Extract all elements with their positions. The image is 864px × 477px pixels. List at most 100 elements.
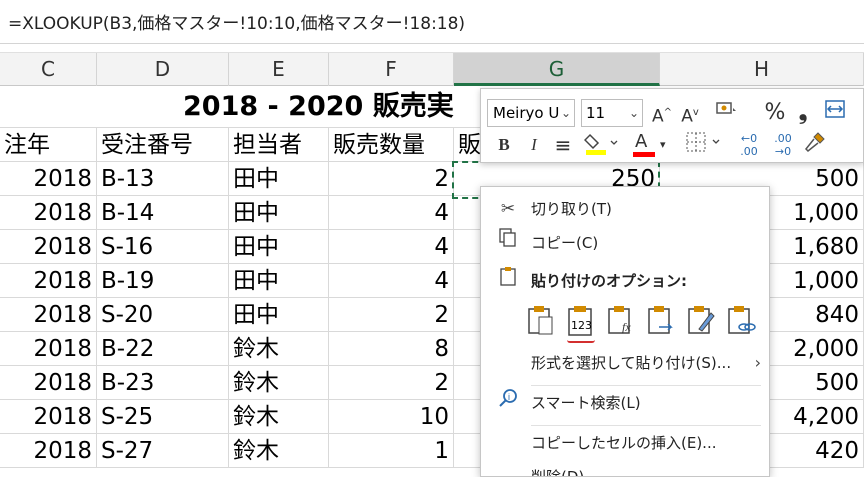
cell-person[interactable]: 田中 [229, 162, 329, 196]
paste-options-row: 123 fx [525, 303, 765, 343]
column-header-d[interactable]: D [97, 53, 229, 86]
cell-year[interactable]: 2018 [0, 434, 97, 468]
cell-person[interactable]: 鈴木 [229, 434, 329, 468]
header-order-number[interactable]: 受注番号 [97, 128, 229, 162]
cell-person[interactable]: 鈴木 [229, 332, 329, 366]
cell-order[interactable]: S-27 [97, 434, 229, 468]
menu-item-copy[interactable]: コピー(C) [481, 227, 769, 259]
search-icon: i [497, 387, 519, 419]
chevron-down-icon: ⌄ [560, 106, 571, 120]
decrease-font-size-icon[interactable]: Av [677, 99, 703, 127]
column-header-c[interactable]: C [0, 53, 97, 86]
paste-options-header: 貼り付けのオプション: [481, 265, 769, 297]
menu-item-label: 削除(D) [531, 468, 585, 477]
cell-person[interactable]: 鈴木 [229, 366, 329, 400]
cell-person[interactable]: 鈴木 [229, 400, 329, 434]
merge-center-icon[interactable] [821, 99, 849, 127]
paste-link-icon[interactable] [725, 303, 757, 337]
paste-icon[interactable] [525, 303, 557, 337]
cell-order[interactable]: S-16 [97, 230, 229, 264]
svg-text:fx: fx [622, 320, 631, 334]
column-header-e[interactable]: E [229, 53, 329, 86]
cell-quantity[interactable]: 2 [329, 162, 454, 196]
cell-year[interactable]: 2018 [0, 230, 97, 264]
formula-text[interactable]: =XLOOKUP(B3,価格マスター!10:10,価格マスター!18:18) [8, 9, 465, 34]
menu-item-label: コピー(C) [531, 234, 599, 252]
cell-year[interactable]: 2018 [0, 196, 97, 230]
increase-decimal-icon[interactable]: ←0.00 [735, 131, 763, 159]
cell-order[interactable]: B-14 [97, 196, 229, 230]
menu-item-cut[interactable]: ✂ 切り取り(T) [481, 193, 769, 225]
paste-formulas-icon[interactable]: fx [605, 303, 637, 337]
paste-values-label: 123 [571, 319, 592, 332]
font-size-dropdown[interactable]: 11 ⌄ [581, 99, 643, 127]
header-person[interactable]: 担当者 [229, 128, 329, 162]
paste-transpose-icon[interactable] [645, 303, 677, 337]
sheet-title: 2018 - 2020 販売実 [183, 91, 454, 122]
comma-style-icon[interactable]: ❟ [791, 99, 815, 127]
cell-order[interactable]: S-25 [97, 400, 229, 434]
cell-year[interactable]: 2018 [0, 162, 97, 196]
clipboard-icon [497, 265, 519, 297]
paintbrush-icon [804, 132, 825, 153]
font-name-dropdown[interactable]: Meiryo U ⌄ [487, 99, 575, 127]
paste-formatting-icon[interactable] [685, 303, 717, 337]
menu-item-delete[interactable]: 削除(D) [481, 461, 769, 477]
cell-year[interactable]: 2018 [0, 298, 97, 332]
menu-item-insert-copied-cells[interactable]: コピーしたセルの挿入(E)... [481, 427, 769, 459]
paste-values-icon[interactable]: 123 [565, 303, 597, 343]
format-painter-icon[interactable] [801, 131, 829, 159]
cell-quantity[interactable]: 1 [329, 434, 454, 468]
cell-person[interactable]: 田中 [229, 196, 329, 230]
menu-item-label: 形式を選択して貼り付け(S)... [531, 354, 732, 372]
font-size-value: 11 [586, 104, 606, 122]
cell-quantity[interactable]: 8 [329, 332, 454, 366]
chevron-right-icon: › [754, 353, 761, 372]
fill-color-icon[interactable] [583, 131, 623, 159]
highlight-icon [583, 133, 618, 155]
cell-year[interactable]: 2018 [0, 400, 97, 434]
cell-year[interactable]: 2018 [0, 366, 97, 400]
menu-item-label: スマート検索(L) [531, 394, 641, 412]
align-center-icon[interactable]: ≡ [551, 131, 575, 159]
column-header-g[interactable]: G [454, 53, 660, 86]
menu-item-smart-lookup[interactable]: i スマート検索(L) [481, 387, 769, 419]
cell-order[interactable]: S-20 [97, 298, 229, 332]
cell-person[interactable]: 田中 [229, 298, 329, 332]
currency-format-icon[interactable] [707, 99, 747, 127]
borders-icon[interactable] [683, 131, 727, 159]
cell-person[interactable]: 田中 [229, 230, 329, 264]
cell-quantity[interactable]: 10 [329, 400, 454, 434]
cell-quantity[interactable]: 4 [329, 264, 454, 298]
cell-person[interactable]: 田中 [229, 264, 329, 298]
cell-year[interactable]: 2018 [0, 332, 97, 366]
cell-order[interactable]: B-22 [97, 332, 229, 366]
header-year[interactable]: 注年 [0, 128, 97, 162]
cell-year[interactable]: 2018 [0, 264, 97, 298]
mini-toolbar: Meiryo U ⌄ 11 ⌄ A^ Av % ❟ B I ≡ A ▾ ←0.0… [480, 88, 864, 163]
bold-icon[interactable]: B [493, 131, 515, 159]
increase-font-size-icon[interactable]: A^ [649, 99, 675, 127]
cell-order[interactable]: B-23 [97, 366, 229, 400]
menu-item-label: コピーしたセルの挿入(E)... [531, 434, 717, 452]
cell-order[interactable]: B-13 [97, 162, 229, 196]
cell-quantity[interactable]: 4 [329, 196, 454, 230]
header-quantity[interactable]: 販売数量 [329, 128, 454, 162]
font-color-swatch [633, 152, 655, 157]
formula-bar[interactable]: =XLOOKUP(B3,価格マスター!10:10,価格マスター!18:18) [0, 0, 864, 44]
menu-item-paste-special[interactable]: 形式を選択して貼り付け(S)... › [481, 347, 769, 379]
cell-order[interactable]: B-19 [97, 264, 229, 298]
italic-icon[interactable]: I [523, 131, 545, 159]
decrease-decimal-icon[interactable]: .00 →0 [769, 131, 797, 159]
border-icon [686, 132, 720, 152]
cell-quantity[interactable]: 2 [329, 366, 454, 400]
svg-text:i: i [508, 392, 510, 402]
column-header-h[interactable]: H [660, 53, 864, 86]
column-headers: C D E F G H [0, 52, 864, 86]
cell-quantity[interactable]: 2 [329, 298, 454, 332]
font-color-icon[interactable]: A ▾ [633, 131, 673, 159]
column-header-f[interactable]: F [329, 53, 454, 86]
cell-quantity[interactable]: 4 [329, 230, 454, 264]
menu-separator [531, 425, 761, 426]
percent-style-icon[interactable]: % [763, 99, 787, 127]
